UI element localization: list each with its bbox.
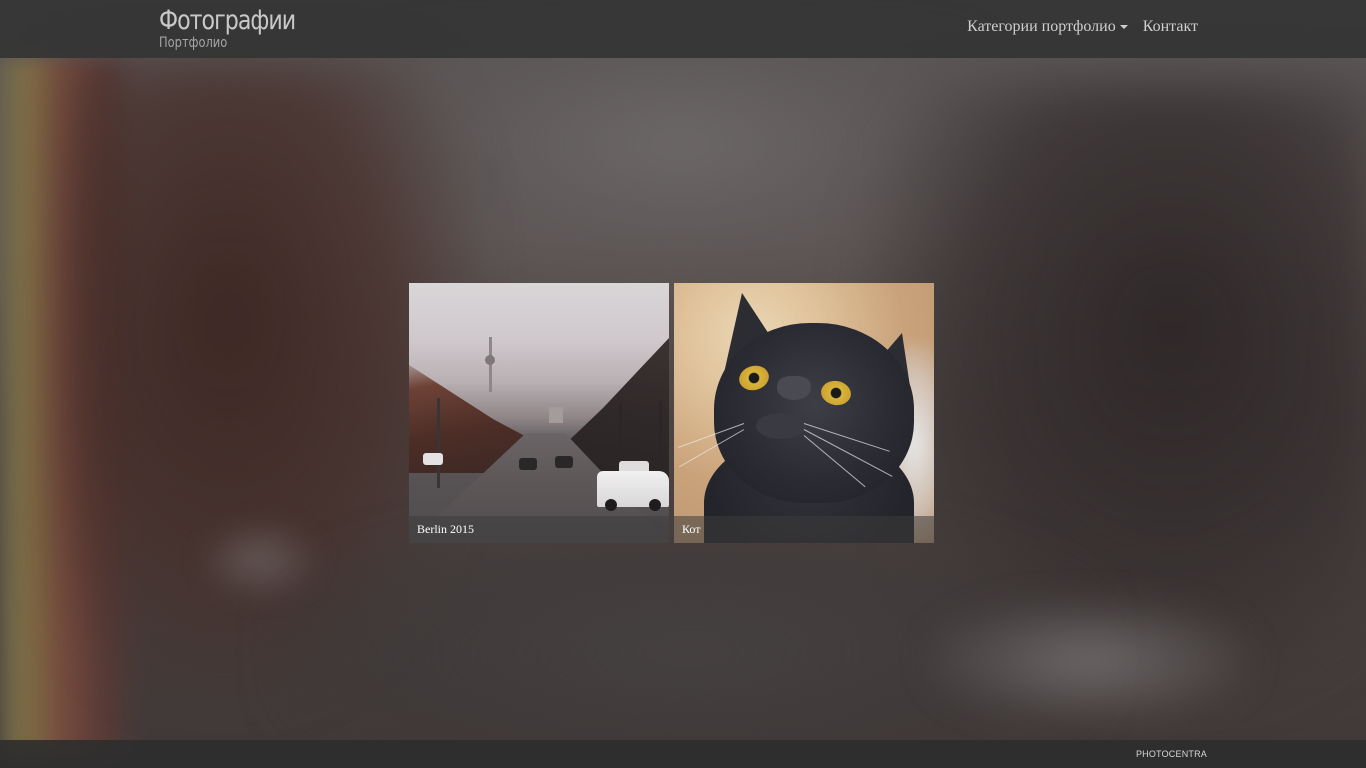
- gallery-item-cat[interactable]: Кот: [674, 283, 934, 543]
- site-footer: PHOTOCENTRA: [0, 740, 1366, 768]
- site-subtitle: Портфолио: [159, 35, 228, 51]
- nav-portfolio-categories[interactable]: Категории портфолио: [967, 14, 1128, 40]
- gallery-caption: Кот: [674, 516, 934, 543]
- portfolio-gallery: Berlin 2015 Кот: [409, 283, 934, 543]
- main-nav: Категории портфолио Контакт: [967, 14, 1198, 40]
- site-header: Фотографии Портфолио Категории портфолио…: [0, 0, 1366, 58]
- gallery-item-berlin-2015[interactable]: Berlin 2015: [409, 283, 669, 543]
- nav-portfolio-categories-label: Категории портфолио: [967, 18, 1116, 35]
- nav-contact-label: Контакт: [1142, 18, 1198, 35]
- gallery-caption: Berlin 2015: [409, 516, 669, 543]
- nav-contact[interactable]: Контакт: [1143, 14, 1198, 40]
- caret-down-icon: [1119, 25, 1128, 29]
- footer-credit[interactable]: PHOTOCENTRA: [1136, 748, 1207, 760]
